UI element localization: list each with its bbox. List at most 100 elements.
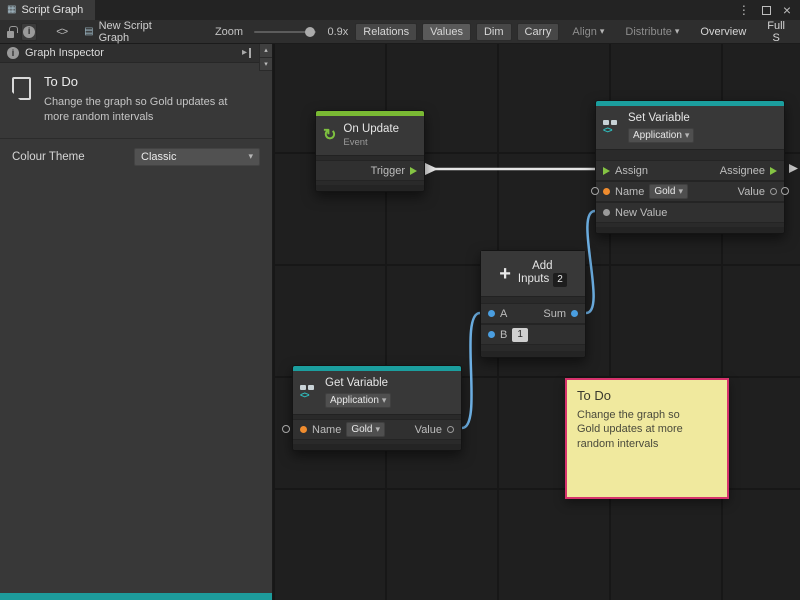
relations-button[interactable]: Relations — [355, 23, 417, 41]
new-script-graph-field[interactable]: ▤ New Script Graph — [84, 20, 156, 44]
control-output-port[interactable] — [770, 167, 777, 175]
align-button[interactable]: Align ▾ — [564, 23, 612, 41]
graph-toolbar: i <> ▤ New Script Graph Zoom 0.9x Relati… — [0, 20, 800, 44]
assign-label: Assign — [615, 165, 648, 177]
title-bar: ▦ Script Graph ⋮ × — [0, 0, 800, 20]
get-variable-body: Name Gold ▾ Value — [293, 415, 461, 444]
scope-value: Application — [330, 395, 379, 406]
panel-scroll-buttons: ▴ ▾ — [259, 44, 272, 71]
inputs-count-badge[interactable]: 2 — [553, 273, 567, 287]
a-label: A — [500, 308, 507, 320]
on-update-body: Trigger — [316, 156, 424, 185]
node-title: On Update — [343, 123, 399, 137]
sticky-note-text: Change the graph so Gold updates at more… — [577, 408, 693, 451]
node-add-inputs[interactable]: + Add Inputs 2 A Sum — [480, 250, 586, 358]
code-icon: <> — [603, 126, 621, 135]
node-title: Add — [518, 260, 567, 274]
sticky-note[interactable]: To Do Change the graph so Gold updates a… — [565, 378, 729, 499]
toolbar-button-group: Relations Values Dim Carry Align ▾ Distri… — [355, 23, 793, 41]
node-get-variable[interactable]: <> Get Variable Application ▾ Name Gold — [292, 365, 462, 451]
node-footer — [596, 227, 784, 233]
value-edge-port[interactable] — [781, 187, 789, 195]
new-value-label: New Value — [615, 207, 667, 219]
get-variable-titles: Get Variable Application ▾ — [325, 377, 391, 408]
carry-button[interactable]: Carry — [517, 23, 560, 41]
graph-inspector-panel: i Graph Inspector ▸ ▴ ▾ To Do Change the… — [0, 44, 273, 600]
value-output-port[interactable] — [770, 188, 777, 195]
name-input-port[interactable] — [300, 426, 307, 433]
node-set-variable[interactable]: <> Set Variable Application ▾ Assign Ass… — [595, 100, 785, 234]
name-value-port-row: Name Gold ▾ Value — [293, 419, 461, 440]
todo-inspector-section: To Do Change the graph so Gold updates a… — [0, 63, 272, 139]
variables-icon: <> — [300, 385, 318, 400]
name-edge-port[interactable] — [282, 425, 290, 433]
sum-label: Sum — [543, 308, 566, 320]
close-icon[interactable]: × — [783, 3, 791, 17]
expand-panel-icon[interactable]: ▸ — [242, 48, 251, 58]
info-icon: i — [23, 26, 35, 38]
name-value-dropdown[interactable]: Gold ▾ — [346, 422, 385, 437]
a-input-port[interactable] — [488, 310, 495, 317]
wire-sum-to-newvalue[interactable] — [586, 211, 595, 313]
value-label: Value — [415, 424, 442, 436]
variable-scope-dropdown[interactable]: Application ▾ — [325, 393, 391, 408]
name-port-row: Name Gold ▾ Value — [596, 181, 784, 202]
b-label: B — [500, 329, 507, 341]
value-output-port[interactable] — [447, 426, 454, 433]
zoom-slider-handle[interactable] — [305, 27, 315, 37]
dim-button[interactable]: Dim — [476, 23, 512, 41]
assignee-label: Assignee — [720, 165, 765, 177]
lock-icon[interactable] — [7, 31, 14, 38]
node-footer — [293, 444, 461, 450]
set-variable-titles: Set Variable Application ▾ — [628, 112, 694, 143]
scroll-down-icon[interactable]: ▾ — [260, 58, 272, 72]
maximize-icon[interactable] — [762, 6, 771, 15]
scroll-up-icon[interactable]: ▴ — [260, 44, 272, 58]
node-subtitle: Event — [343, 137, 399, 148]
name-edge-port[interactable] — [591, 187, 599, 195]
name-input-port[interactable] — [603, 188, 610, 195]
overview-button[interactable]: Overview — [692, 23, 754, 41]
menu-kebab-icon[interactable]: ⋮ — [738, 3, 750, 17]
control-output-port[interactable] — [410, 167, 417, 175]
zoom-label: Zoom — [215, 26, 243, 38]
zoom-value: 0.9x — [327, 26, 348, 38]
chevron-down-icon: ▾ — [685, 130, 690, 141]
assign-port-row: Assign Assignee — [596, 160, 784, 181]
graph-asset-icon: ▤ — [84, 26, 93, 37]
wire-getvar-to-a[interactable] — [462, 313, 480, 428]
chevron-down-icon: ▾ — [678, 186, 683, 197]
control-input-port[interactable] — [603, 167, 610, 175]
colour-theme-label: Colour Theme — [12, 151, 85, 163]
chevron-down-icon: ▾ — [675, 26, 680, 37]
assignee-arrowhead — [789, 164, 798, 173]
variable-scope-dropdown[interactable]: Application ▾ — [628, 128, 694, 143]
set-variable-header: <> Set Variable Application ▾ — [596, 106, 784, 150]
node-footer — [316, 185, 424, 191]
code-icon[interactable]: <> — [56, 26, 67, 38]
b-value-field[interactable]: 1 — [512, 328, 528, 342]
zoom-slider[interactable] — [254, 31, 316, 33]
new-value-input-port[interactable] — [603, 209, 610, 216]
distribute-button[interactable]: Distribute▾ — [617, 23, 687, 41]
values-button[interactable]: Values — [422, 23, 471, 41]
new-script-graph-label: New Script Graph — [99, 20, 156, 44]
tab-script-graph[interactable]: ▦ Script Graph — [0, 0, 95, 20]
carry-label: Carry — [525, 26, 552, 38]
align-label: Align — [572, 26, 596, 38]
overview-label: Overview — [700, 26, 746, 38]
fullscreen-button[interactable]: Full S — [759, 23, 793, 41]
b-input-port[interactable] — [488, 331, 495, 338]
variables-icon: <> — [603, 120, 621, 135]
relations-label: Relations — [363, 26, 409, 38]
colour-theme-dropdown[interactable]: Classic ▾ — [134, 148, 260, 166]
trigger-label: Trigger — [371, 165, 405, 177]
chevron-down-icon: ▾ — [600, 26, 605, 37]
node-on-update[interactable]: ↻ On Update Event Trigger — [315, 110, 425, 192]
chevron-down-icon: ▾ — [375, 424, 380, 435]
graph-canvas[interactable]: ↻ On Update Event Trigger <> — [273, 44, 800, 600]
inspect-button[interactable]: i — [21, 23, 37, 41]
chevron-down-icon: ▾ — [248, 151, 253, 162]
sum-output-port[interactable] — [571, 310, 578, 317]
name-value-dropdown[interactable]: Gold ▾ — [649, 184, 688, 199]
